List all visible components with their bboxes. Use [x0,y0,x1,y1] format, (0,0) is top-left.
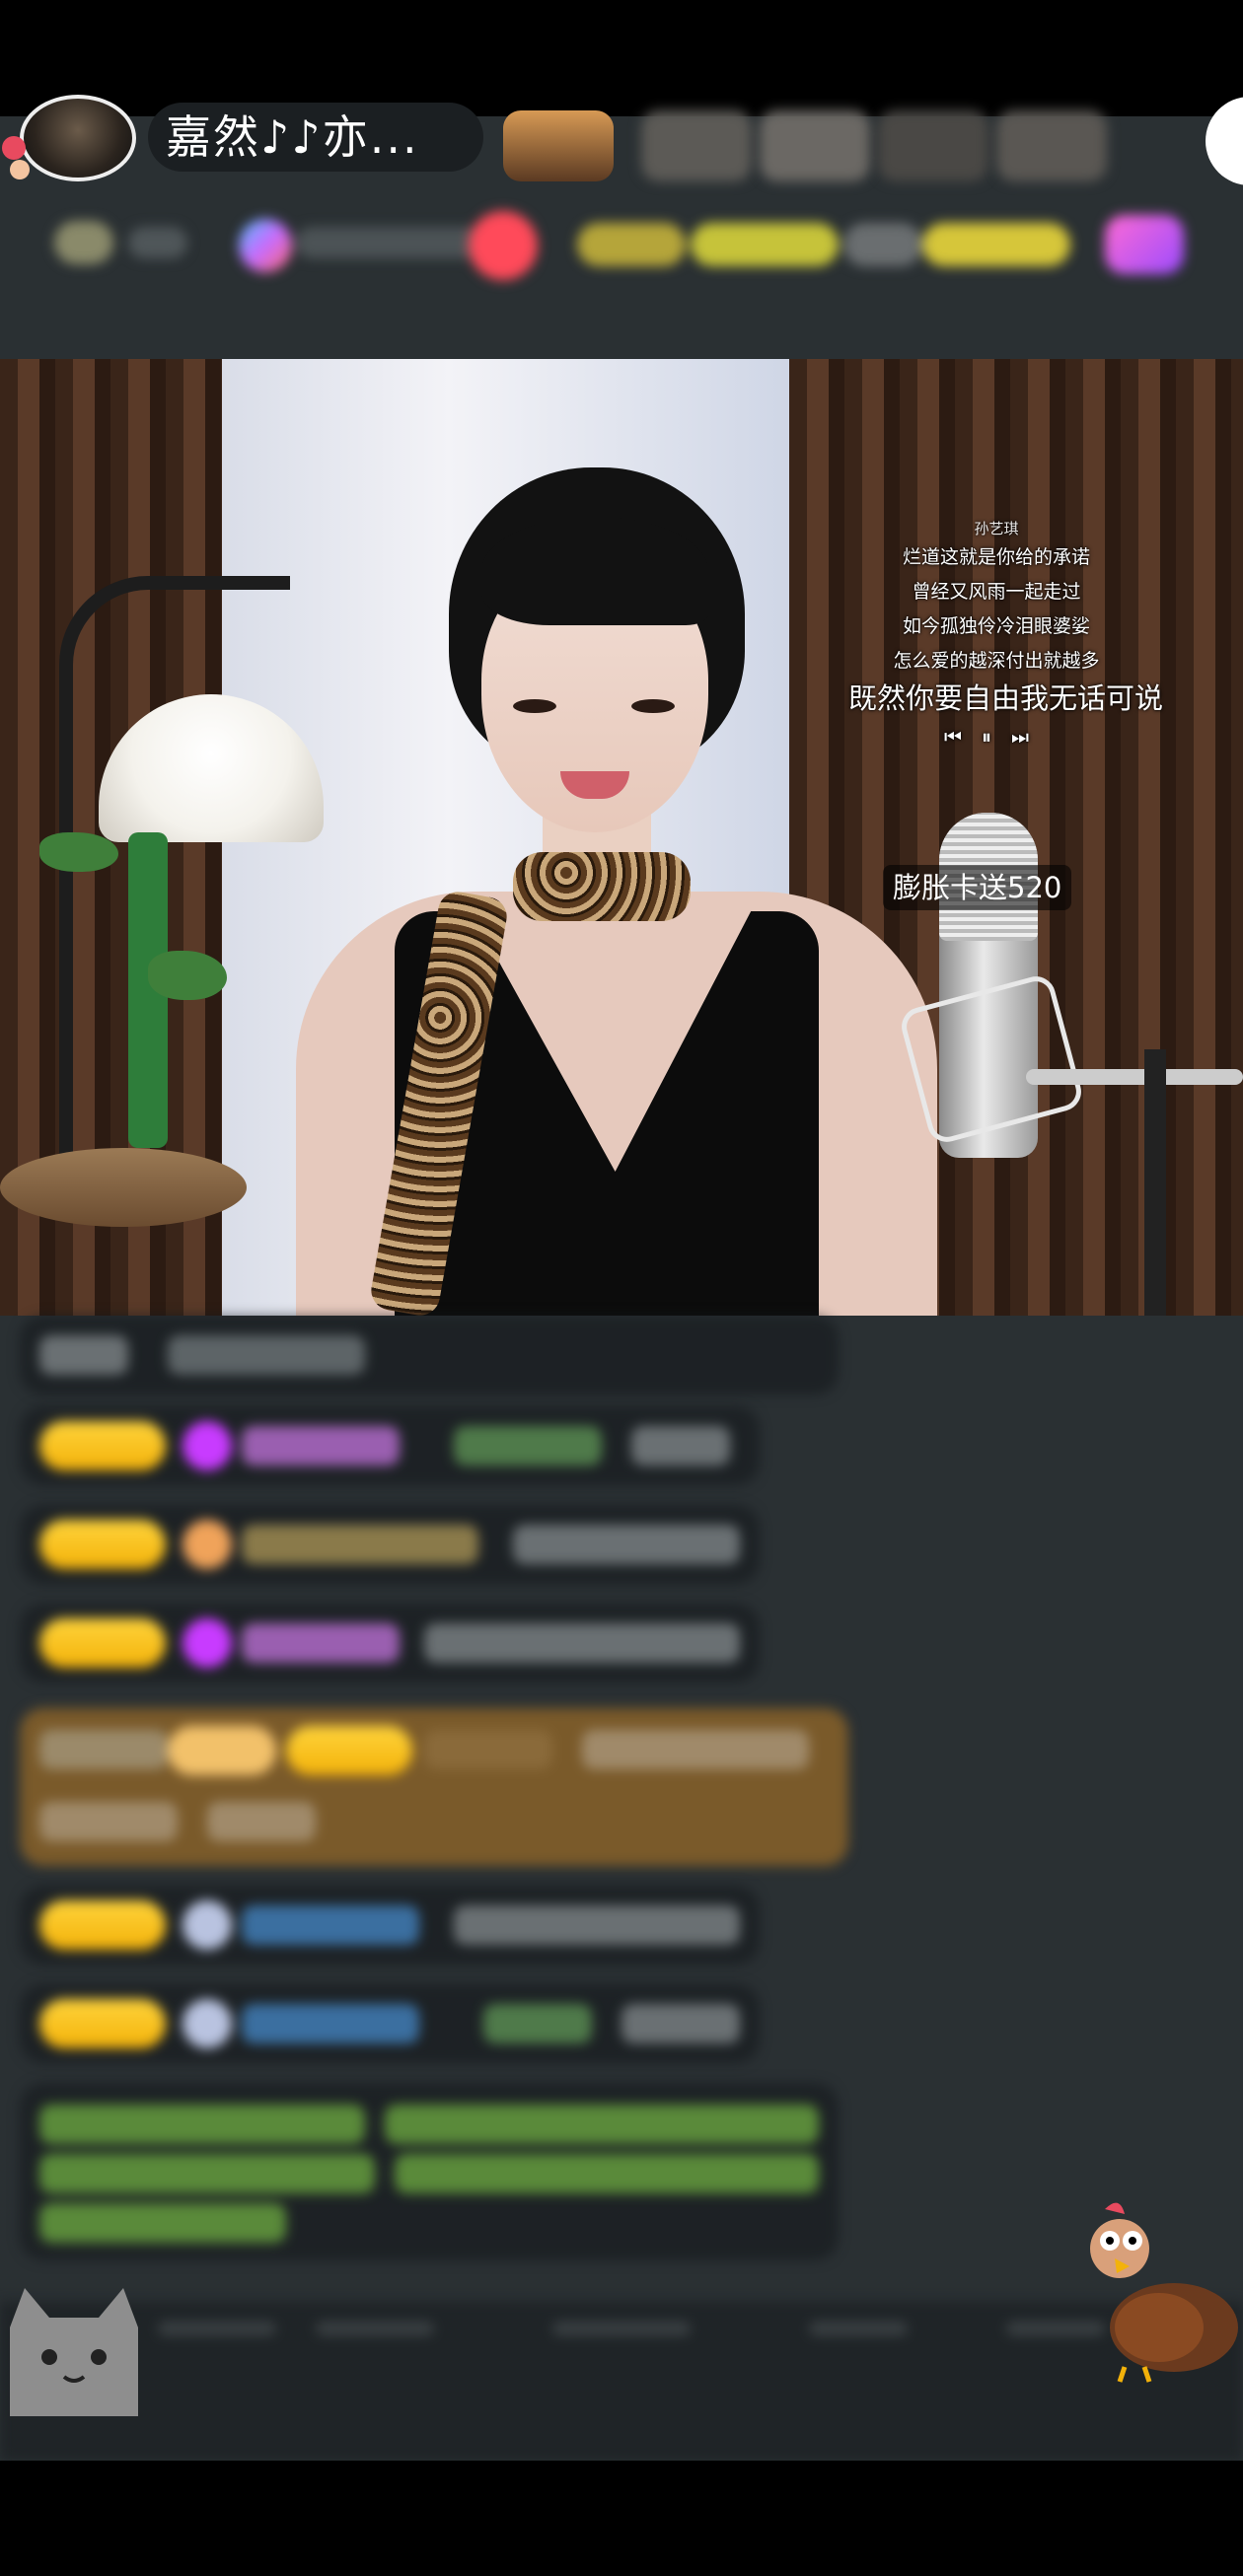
plant-leaf [39,832,118,872]
chat-text [483,2004,592,2043]
tag-1[interactable] [577,223,686,266]
toolbar-item[interactable] [158,2322,276,2335]
chat-text [207,1802,316,1841]
right-eye [631,699,675,713]
chat-text [454,1426,602,1466]
tag-4[interactable] [922,223,1070,266]
viewer-avatar-2[interactable] [641,110,752,181]
music-player-controls[interactable]: ⏮⏸⏭ [848,718,1144,755]
previous-track-icon[interactable]: ⏮ [944,725,982,749]
chat-message-system [20,2083,839,2260]
chat-username [242,2004,419,2043]
fan-badge [286,1726,412,1775]
level-badge [168,1726,276,1775]
cat-sticker-icon [10,2288,138,2416]
chat-text [39,1335,128,1375]
chat-username [242,1525,478,1564]
next-track-icon[interactable]: ⏭ [1011,725,1049,749]
chat-text [39,2203,286,2243]
rank-icon[interactable] [239,219,292,272]
toolbar-item[interactable] [809,2322,908,2335]
chat-text [454,1905,740,1945]
room-info-row [30,207,1194,286]
chat-text [513,1525,740,1564]
promo-banner: 膨胀卡送520 [883,865,1072,910]
toolbar-item[interactable] [552,2322,691,2335]
left-eye [513,699,556,713]
lyrics-title: 孙艺琪 [974,520,1019,537]
viewer-avatar-5[interactable] [996,110,1107,181]
chat-username [242,1426,400,1466]
chat-username [242,1905,419,1945]
lyric-line: 怎么爱的越深付出就越多 [893,650,1100,672]
chat-text [631,1426,730,1466]
chat-text [582,1730,809,1769]
side-table [0,1148,247,1227]
lyric-line: 曾经又风雨一起走过 [912,581,1081,603]
chat-text [622,2004,740,2043]
chat-text [168,1335,365,1375]
chat-text [424,1623,740,1663]
gem-icon [183,1999,232,2048]
plant-leaf [148,951,227,1000]
chat-message [20,1316,839,1395]
tag-2[interactable] [691,223,839,266]
viewer-avatar-3[interactable] [760,110,870,181]
room-id [128,227,187,258]
chat-text [39,2154,375,2193]
gem-icon [183,1618,232,1668]
chat-text [39,1730,168,1769]
fan-badge [39,1618,166,1668]
viewer-avatar-4[interactable] [878,110,988,181]
chat-message [20,1406,760,1485]
viewer-avatar-1[interactable] [503,110,614,181]
chat-message [20,1886,760,1965]
mic-stand [1144,1049,1166,1316]
status-bar-area [0,0,1243,116]
live-video[interactable]: 孙艺琪 烂道这就是你给的承诺 曾经又风雨一起走过 如今孤独伶冷泪眼婆娑 怎么爱的… [0,359,1243,1316]
bottom-toolbar [0,2302,1243,2461]
lyric-line: 如今孤独伶冷泪眼婆娑 [902,615,1090,637]
navigation-bar-area [0,2461,1243,2576]
chat-panel[interactable] [0,1316,1243,2302]
lamp-arm [59,576,290,1181]
decoration-sticker-icon [2,136,30,179]
gem-icon [183,1900,232,1950]
chat-message-highlighted [20,1708,848,1866]
follow-button[interactable] [469,211,538,280]
pause-icon[interactable]: ⏸ [982,725,1011,749]
gem-icon [183,1520,232,1569]
chat-message [20,1984,760,2063]
gift-icon[interactable] [1105,215,1184,274]
gem-icon [183,1421,232,1470]
turkey-sticker-icon [1090,2202,1238,2383]
mic-boom [1026,1069,1243,1085]
fan-badge [39,1520,166,1569]
chat-text [39,1802,178,1841]
chat-message [20,1505,760,1584]
rank-text [296,227,483,258]
tag-3[interactable] [843,223,922,266]
chat-message [20,1604,760,1682]
fan-badge [39,1900,166,1950]
chat-text [39,2105,365,2144]
leopard-scarf [513,852,691,921]
toolbar-item[interactable] [316,2322,434,2335]
chat-text [395,2154,819,2193]
chat-username [424,1730,552,1769]
fan-badge [39,1999,166,2048]
level-badge [54,221,113,264]
chat-text [385,2105,819,2144]
lyrics-overlay: 孙艺琪 烂道这就是你给的承诺 曾经又风雨一起走过 如今孤独伶冷泪眼婆娑 怎么爱的… [848,517,1164,755]
lyric-current-line: 既然你要自由我无话可说 [848,681,1164,715]
streamer-name: 嘉然♪♪亦... [166,110,419,164]
fan-badge [39,1421,166,1470]
chat-username [242,1623,400,1663]
lyric-line: 烂道这就是你给的承诺 [902,546,1090,568]
person-bangs [481,517,708,625]
